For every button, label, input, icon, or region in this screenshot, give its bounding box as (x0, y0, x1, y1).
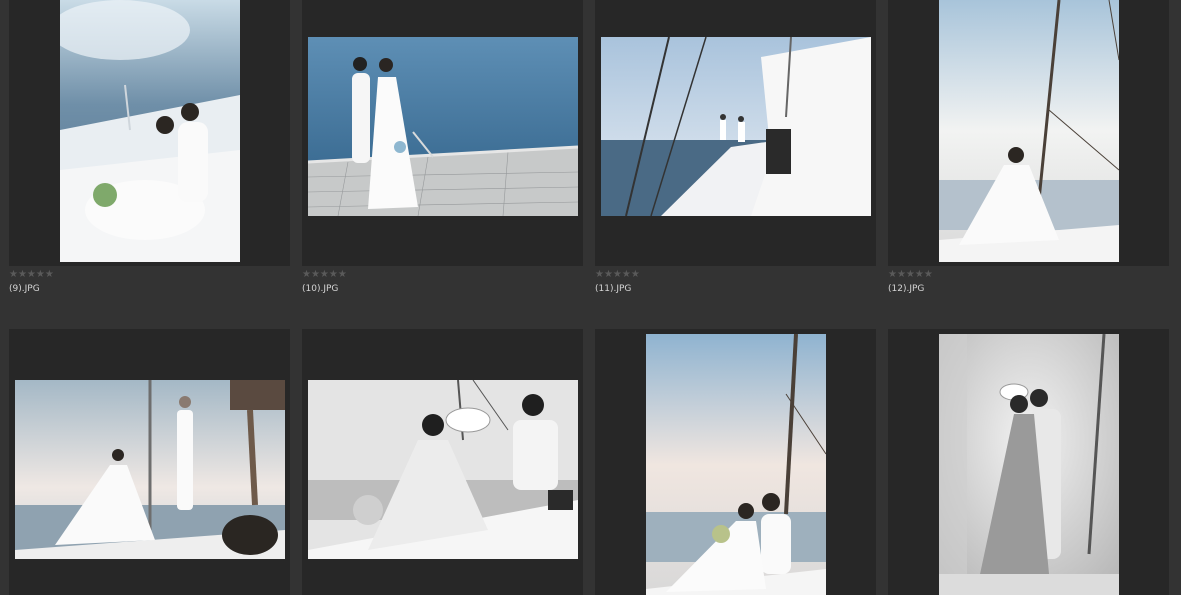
thumbnail-image[interactable] (601, 37, 871, 216)
thumbnail-frame[interactable] (888, 329, 1169, 595)
thumbnail-cell[interactable] (302, 329, 583, 595)
thumbnail-frame[interactable] (595, 329, 876, 595)
thumbnail-filename: (11).JPG (595, 284, 632, 294)
rating-stars[interactable]: ★★★★★ (888, 270, 1169, 281)
thumbnail-image[interactable] (15, 380, 285, 559)
thumbnail-frame[interactable] (9, 329, 290, 595)
thumbnail-frame[interactable] (595, 0, 876, 266)
thumbnail-cell[interactable]: ★★★★★ (11).JPG (595, 0, 876, 295)
thumbnail-frame[interactable] (888, 0, 1169, 266)
rating-stars[interactable]: ★★★★★ (302, 270, 583, 281)
thumbnail-frame[interactable] (302, 0, 583, 266)
thumbnail-image[interactable] (60, 0, 240, 262)
thumbnail-cell[interactable] (9, 329, 290, 595)
thumbnail-frame[interactable] (302, 329, 583, 595)
thumbnail-image[interactable] (308, 380, 578, 559)
rating-stars[interactable]: ★★★★★ (595, 270, 876, 281)
thumbnail-image[interactable] (939, 0, 1119, 262)
thumbnail-image[interactable] (646, 334, 826, 595)
thumbnail-cell[interactable] (595, 329, 876, 595)
thumbnail-cell[interactable] (888, 329, 1169, 595)
rating-stars[interactable]: ★★★★★ (9, 270, 290, 281)
thumbnail-cell[interactable]: ★★★★★ (12).JPG (888, 0, 1169, 295)
thumbnail-filename: (12).JPG (888, 284, 925, 294)
thumbnail-image[interactable] (939, 334, 1119, 595)
photo-browser: { "grid": { "thumbnails": [ {"filename":… (0, 0, 1181, 595)
thumbnail-frame[interactable] (9, 0, 290, 266)
thumbnail-filename: (9).JPG (9, 284, 40, 294)
thumbnail-filename: (10).JPG (302, 284, 339, 294)
thumbnail-cell[interactable]: ★★★★★ (9).JPG (9, 0, 290, 295)
thumbnail-image[interactable] (308, 37, 578, 216)
thumbnail-cell[interactable]: ★★★★★ (10).JPG (302, 0, 583, 295)
